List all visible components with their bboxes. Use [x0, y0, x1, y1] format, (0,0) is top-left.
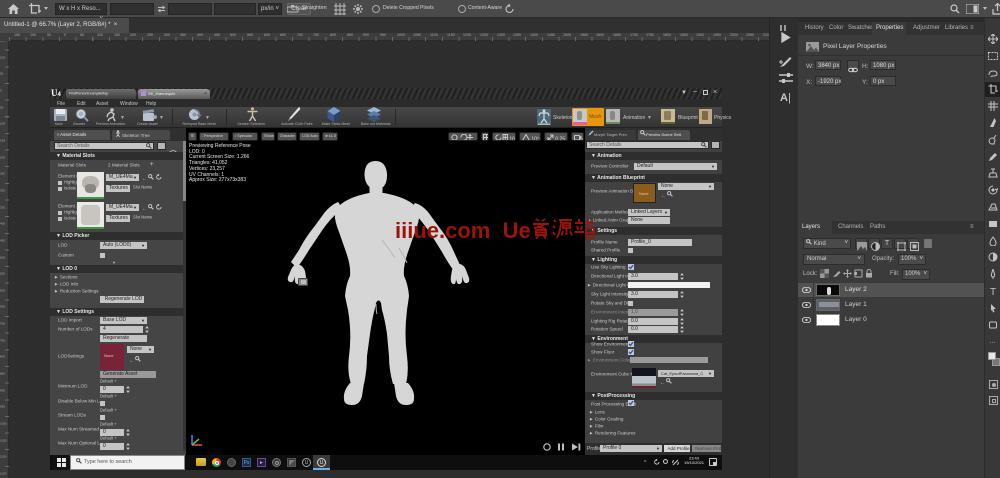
- svg-text:T: T: [990, 287, 996, 296]
